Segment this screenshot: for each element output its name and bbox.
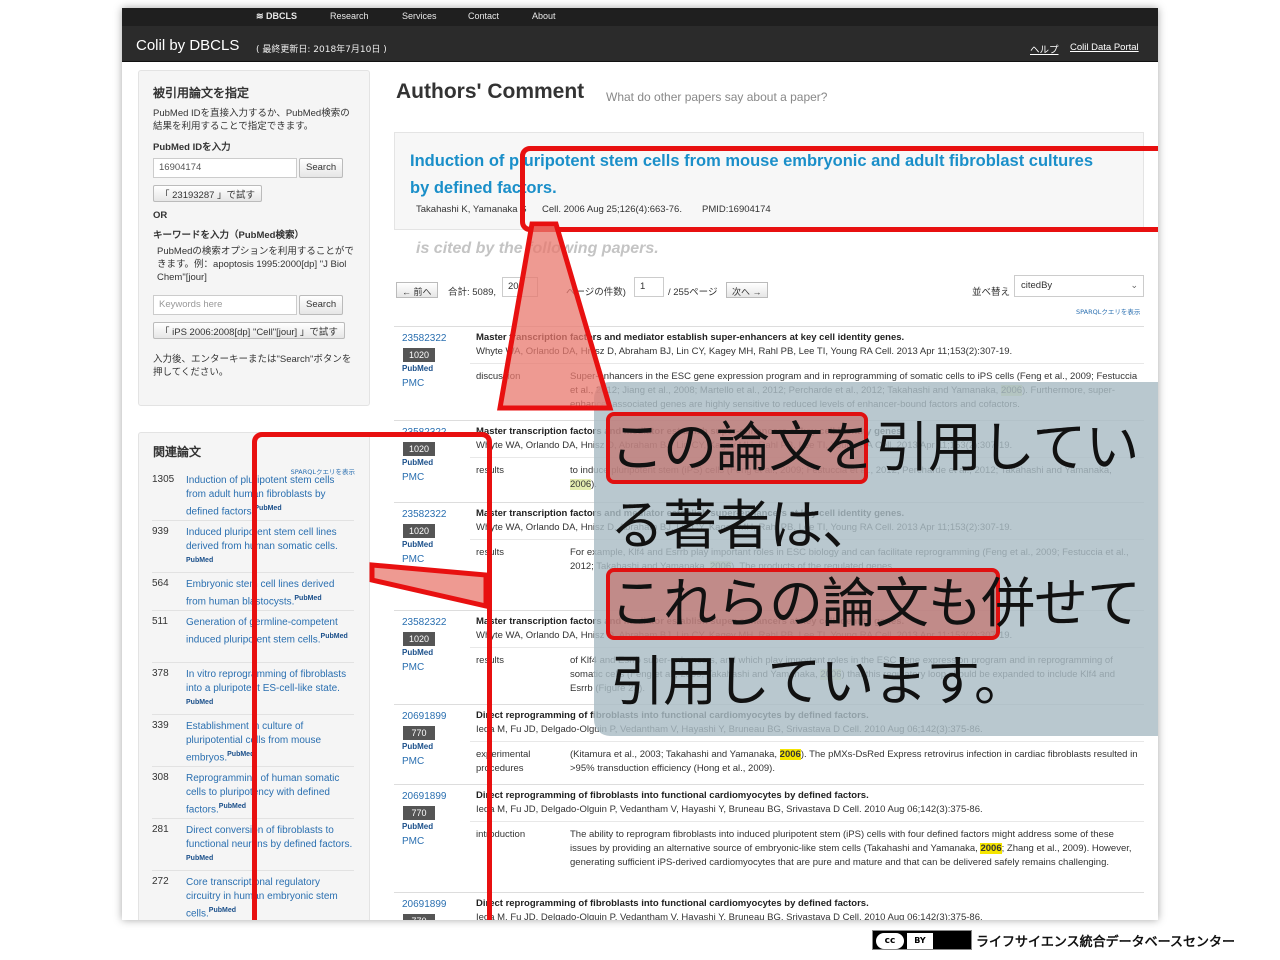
keyword-label: キーワードを入力（PubMed検索） <box>153 230 304 241</box>
result-authors: Whyte WA, Orlando DA, Hnisz D, Abraham B… <box>476 346 1013 357</box>
pubmed-icon[interactable]: PubMed <box>186 852 213 866</box>
or-label: OR <box>153 210 168 221</box>
search-hint: 入力後、エンターキーまたは"Search"ボタンを押してください。 <box>153 354 352 378</box>
related-count: 939 <box>152 526 169 537</box>
pmc-link[interactable]: PMC <box>402 378 424 389</box>
pubmed-icon[interactable]: PubMed <box>186 554 213 568</box>
dbcls-label: DBCLS <box>266 11 298 21</box>
pubmed-icon[interactable]: PubMed <box>209 904 236 918</box>
context-text: (Kitamura et al., 2003; Takahashi and Ya… <box>570 748 1138 776</box>
context-text: The ability to reprogram fibroblasts int… <box>570 828 1138 870</box>
related-title: 関連論文 <box>153 445 202 459</box>
result-title: Direct reprogramming of fibroblasts into… <box>476 790 869 801</box>
annotation-line-3a: これらの論文 <box>610 572 929 635</box>
cc-by-badge: cc BY <box>872 930 972 950</box>
pubmed-icon[interactable]: PubMed <box>219 800 246 814</box>
pmid-search-button[interactable]: Search <box>299 158 344 178</box>
search-panel: 被引用論文を指定 PubMed IDを直接入力するか、PubMed検索の結果を利… <box>138 70 370 406</box>
sort-value: citedBy <box>1021 280 1053 291</box>
search-panel-desc: PubMed IDを直接入力するか、PubMed検索の結果を利用することで指定で… <box>153 108 350 132</box>
pmid-input[interactable]: 16904174 <box>153 158 297 178</box>
per-page-label: ページの件数) <box>566 287 626 298</box>
annotation-line-1a: この論文 <box>610 416 823 479</box>
related-callout-frame <box>252 432 492 920</box>
keyword-desc: PubMedの検索オプションを利用することができます。例：apoptosis 1… <box>157 246 354 283</box>
related-count: 564 <box>152 578 169 589</box>
pubmed-icon[interactable]: PubMed <box>227 748 254 762</box>
annotation-line-3: これらの論文も併せて <box>610 568 1158 640</box>
result-title: Master transcription factors and mediato… <box>476 332 905 343</box>
portal-link[interactable]: Colil Data Portal <box>1070 42 1139 53</box>
related-count: 511 <box>152 616 168 627</box>
related-count: 1305 <box>152 474 175 485</box>
annotation-line-4: 引用しています。 <box>610 650 1028 713</box>
page-subtitle: What do other papers say about a paper? <box>606 90 828 104</box>
keyword-search-button[interactable]: Search <box>299 295 344 315</box>
result-row: 20691899 770 PubMed PMC Direct reprogramming… <box>394 784 1144 893</box>
pubmed-icon[interactable]: PubMed <box>186 696 213 710</box>
try-pmid-button[interactable]: 「 23193287 」で試す <box>153 185 263 202</box>
annotation-line-1b: を引用してい <box>822 416 1139 479</box>
search-panel-title: 被引用論文を指定 <box>153 86 250 100</box>
chevron-down-icon: ⌄ <box>1130 280 1138 290</box>
dbcls-logo[interactable]: ≋ DBCLS <box>256 11 297 22</box>
related-count: 308 <box>152 772 169 783</box>
highlighted-year: 2006 <box>779 749 801 760</box>
nav-research[interactable]: Research <box>330 11 369 21</box>
help-link[interactable]: ヘルプ <box>1030 42 1059 56</box>
top-nav: ≋ DBCLS Research Services Contact About <box>122 8 1158 26</box>
by-icon: BY <box>907 933 933 949</box>
result-row: 20691899770PubMedDirect reprogramming of… <box>394 892 1144 920</box>
annotation-line-3b: も併せて <box>928 572 1141 635</box>
nav-services[interactable]: Services <box>402 11 437 21</box>
keyword-input[interactable]: Keywords here <box>153 295 297 315</box>
result-title: Direct reprogramming of fibroblasts into… <box>476 898 869 909</box>
paper-authors: Takahashi K, Yamanaka S <box>416 204 527 215</box>
highlighted-year: 2006 <box>980 843 1002 854</box>
page-title: Authors' Comment <box>396 80 585 103</box>
related-count: 378 <box>152 668 169 679</box>
context-before: (Kitamura et al., 2003; Takahashi and Ya… <box>570 749 780 760</box>
annotation-line-2: る著者は、 <box>610 494 876 557</box>
cited-by-label: is cited by the following papers. <box>416 240 659 257</box>
try-keyword-button[interactable]: 「 iPS 2006:2008[dp] "Cell"[jour] 」で試す <box>153 322 345 339</box>
brand-title[interactable]: Colil by DBCLS <box>136 37 239 54</box>
total-count: 合計: 5089, <box>448 287 497 298</box>
next-page-button[interactable]: 次へ → <box>726 282 768 298</box>
page-count: / 255ページ <box>668 287 718 298</box>
annotation-line-1: この論文を引用してい <box>610 412 1158 484</box>
nav-contact[interactable]: Contact <box>468 11 499 21</box>
citation-count-badge: 1020 <box>403 348 435 362</box>
related-count: 339 <box>152 720 169 731</box>
prev-page-button[interactable]: ← 前へ <box>396 282 438 298</box>
org-name: ライフサイエンス統合データベースセンター <box>976 935 1235 950</box>
pmid-label: PubMed IDを入力 <box>153 142 231 153</box>
slide: ≋ DBCLS Research Services Contact About … <box>122 8 1158 920</box>
related-count: 281 <box>152 824 169 835</box>
context-section: discussion <box>476 371 521 382</box>
citation-context: experimental procedures (Kitamura et al.,… <box>470 741 1144 785</box>
citation-context: introduction The ability to reprogram fib… <box>470 821 1144 893</box>
per-page-input[interactable]: 20 <box>502 277 538 297</box>
nav-about[interactable]: About <box>532 11 556 21</box>
sort-label: 並べ替え <box>972 287 1011 298</box>
result-pmid-link[interactable]: 23582322 <box>402 333 447 344</box>
pubmed-icon[interactable]: PubMed <box>402 364 433 373</box>
page-input[interactable]: 1 <box>634 277 664 297</box>
app-header: Colil by DBCLS ( 最終更新日: 2018年7月10日 ) ヘルプ… <box>122 26 1158 62</box>
highlighted-year: 2006 <box>570 479 592 490</box>
results-sparql-link[interactable]: SPARQLクエリを表示 <box>1076 306 1140 316</box>
last-updated: ( 最終更新日: 2018年7月10日 ) <box>256 45 387 55</box>
related-count: 272 <box>152 876 169 887</box>
result-authors: Ieda M, Fu JD, Delgado-Olguin P, Vedanth… <box>476 804 983 815</box>
result-authors: Ieda M, Fu JD, Delgado-Olguin P, Vedanth… <box>476 912 983 920</box>
cc-icon: cc <box>876 933 904 949</box>
paper-callout-frame <box>520 146 1158 232</box>
sort-select[interactable]: citedBy ⌄ <box>1014 275 1144 297</box>
